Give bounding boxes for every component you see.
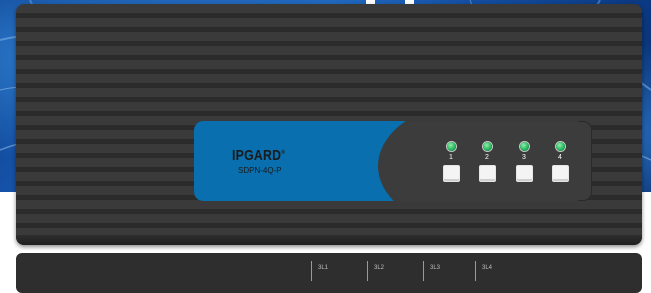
divider (311, 261, 312, 281)
port-number: 1 (449, 154, 453, 161)
port-led-icon (519, 142, 529, 151)
port-select-button[interactable] (551, 165, 569, 182)
port-2: 2 (476, 142, 498, 182)
port-select-button[interactable] (515, 165, 533, 182)
rear-port-label: 3L4 (482, 265, 493, 271)
rear-port-label: 3L2 (374, 265, 385, 271)
model-number: SDPN-4Q-P (238, 166, 282, 175)
port-select-button[interactable] (478, 165, 496, 182)
port-led-icon (482, 142, 492, 151)
port-1: 1 (440, 142, 462, 182)
front-panel: IPGARD® SDPN-4Q-P 1 2 3 4 (194, 121, 592, 201)
divider (423, 261, 424, 281)
rear-port-label: 3L1 (318, 265, 329, 271)
port-select-button[interactable] (442, 165, 460, 182)
kvm-switch-device: IPGARD® SDPN-4Q-P 1 2 3 4 (16, 4, 642, 245)
divider (367, 261, 368, 281)
port-3: 3 (513, 142, 535, 182)
brand-logo: IPGARD® (232, 147, 286, 164)
port-led-icon (555, 142, 565, 151)
port-4: 4 (549, 142, 571, 182)
port-led-icon (446, 142, 456, 151)
port-number: 4 (558, 154, 562, 161)
rear-port-label: 3L3 (430, 265, 441, 271)
port-number: 2 (485, 154, 489, 161)
divider (475, 261, 476, 281)
second-device: 3L1 3L2 3L3 3L4 (16, 253, 642, 293)
port-number: 3 (522, 154, 526, 161)
